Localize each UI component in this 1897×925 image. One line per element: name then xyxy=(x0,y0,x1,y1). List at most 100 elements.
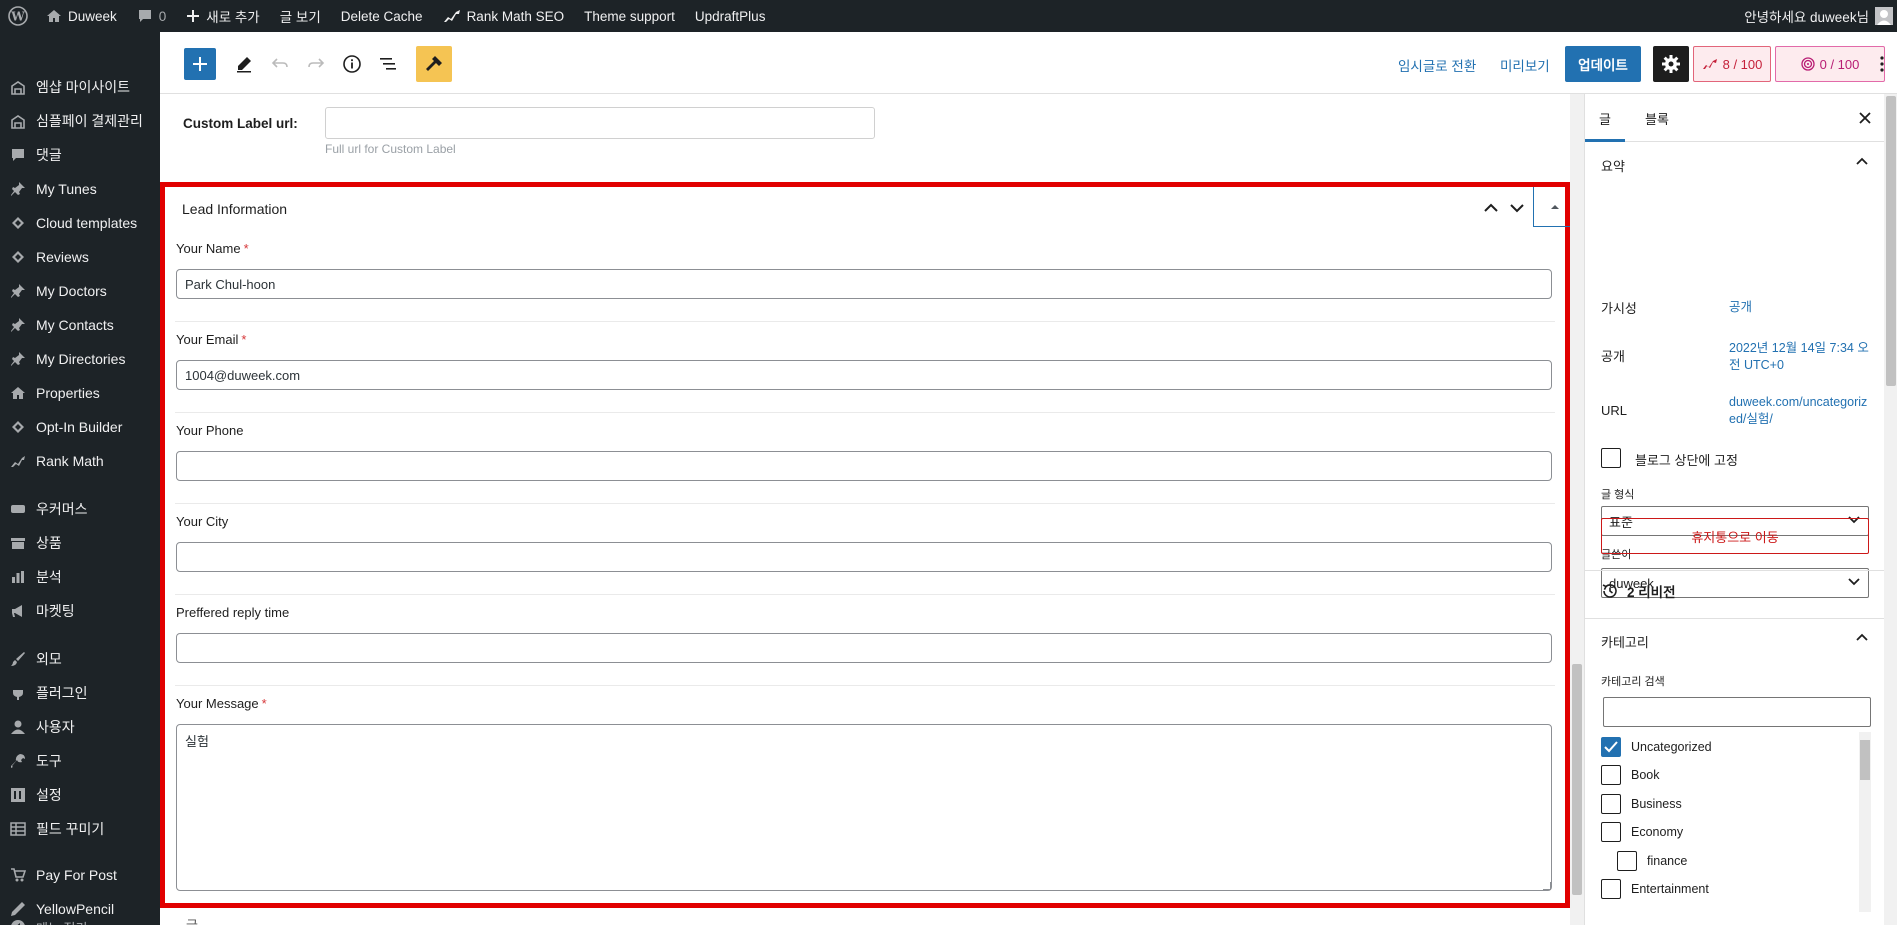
sidebar-item[interactable]: Cloud templates xyxy=(0,206,160,240)
user-icon xyxy=(0,719,36,735)
tab-block[interactable]: 블록 xyxy=(1631,94,1683,142)
sidebar-item[interactable]: 사용자 xyxy=(0,710,160,744)
sidebar-item-label: My Directories xyxy=(36,351,126,367)
preview-link[interactable]: 미리보기 xyxy=(1500,55,1550,75)
settings-scroll-thumb[interactable] xyxy=(1886,96,1896,386)
sidebar-item[interactable]: My Contacts xyxy=(0,308,160,342)
seo-score-button[interactable]: 8 / 100 xyxy=(1693,46,1771,82)
chevron-up-icon xyxy=(1484,203,1498,212)
category-item[interactable]: finance xyxy=(1617,851,1687,871)
sidebar-item[interactable]: 우커머스 xyxy=(0,492,160,526)
field-input[interactable]: 1004@duweek.com xyxy=(176,360,1552,390)
category-search-input[interactable] xyxy=(1603,697,1871,727)
my-account[interactable]: 안녕하세요 duweek님 xyxy=(1744,0,1897,32)
rank-math-link[interactable]: Rank Math SEO xyxy=(433,0,575,32)
publish-date-value[interactable]: 2022년 12월 14일 7:34 오전 UTC+0 xyxy=(1729,340,1869,374)
category-checkbox[interactable] xyxy=(1617,851,1637,871)
undo-icon xyxy=(271,58,288,68)
sidebar-item[interactable]: 엠샵 마이사이트 xyxy=(0,70,160,104)
resize-handle[interactable] xyxy=(1543,882,1551,890)
category-checkbox[interactable] xyxy=(1601,794,1621,814)
sidebar-item[interactable]: Reviews xyxy=(0,240,160,274)
comments-link[interactable]: 0 xyxy=(127,0,177,32)
sidebar-item[interactable]: Properties xyxy=(0,376,160,410)
tab-post[interactable]: 글 xyxy=(1585,94,1625,142)
sidebar-item[interactable]: 상품 xyxy=(0,526,160,560)
view-post-link[interactable]: 글 보기 xyxy=(270,0,331,32)
undo-button[interactable] xyxy=(264,48,296,80)
new-content-link[interactable]: 새로 추가 xyxy=(176,0,269,32)
category-checkbox[interactable] xyxy=(1601,765,1621,785)
field-input[interactable]: Park Chul-hoon xyxy=(176,269,1552,299)
delete-cache-link[interactable]: Delete Cache xyxy=(331,0,433,32)
update-button[interactable]: 업데이트 xyxy=(1565,46,1641,82)
sidebar-item[interactable]: 외모 xyxy=(0,642,160,676)
yellowpencil-button[interactable] xyxy=(416,46,452,82)
toggle-panel-button[interactable] xyxy=(1533,187,1575,227)
message-textarea[interactable]: 실험 xyxy=(176,724,1552,891)
sidebar-item[interactable]: My Tunes xyxy=(0,172,160,206)
sidebar-item[interactable]: My Directories xyxy=(0,342,160,376)
field-input[interactable] xyxy=(176,451,1552,481)
list-view-button[interactable] xyxy=(372,48,404,80)
add-block-button[interactable] xyxy=(184,48,216,80)
sidebar-item[interactable]: 필드 꾸미기 xyxy=(0,812,160,846)
updraftplus-link[interactable]: UpdraftPlus xyxy=(685,0,776,32)
category-checkbox[interactable] xyxy=(1601,879,1621,899)
sidebar-item[interactable]: Opt-In Builder xyxy=(0,410,160,444)
revisions-link[interactable]: 2 리비전 xyxy=(1601,581,1676,601)
switch-to-draft-link[interactable]: 임시글로 전환 xyxy=(1398,55,1476,75)
categories-panel-toggle[interactable]: 카테고리 xyxy=(1585,618,1884,664)
category-item[interactable]: Business xyxy=(1601,794,1682,814)
url-value[interactable]: duweek.com/uncategorized/실험/ xyxy=(1729,394,1869,428)
wordpress-logo-icon[interactable]: W xyxy=(0,0,36,32)
category-item[interactable]: Economy xyxy=(1601,822,1683,842)
category-item[interactable]: Entertainment xyxy=(1601,879,1709,899)
content-ai-score-button[interactable]: 0 / 100 xyxy=(1775,46,1885,82)
move-up-button[interactable] xyxy=(1480,197,1502,219)
sidebar-item[interactable]: 플러그인 xyxy=(0,676,160,710)
collapse-menu-button[interactable]: 메뉴 접기 xyxy=(0,910,160,925)
diamond-icon xyxy=(0,419,36,435)
category-checkbox[interactable] xyxy=(1601,822,1621,842)
site-name-link[interactable]: Duweek xyxy=(36,0,127,32)
category-item[interactable]: Uncategorized xyxy=(1601,737,1712,757)
field-input[interactable] xyxy=(176,542,1552,572)
sidebar-item[interactable]: Rank Math xyxy=(0,444,160,478)
visibility-value[interactable]: 공개 xyxy=(1729,299,1869,316)
sidebar-item[interactable]: 마켓팅 xyxy=(0,594,160,628)
move-down-button[interactable] xyxy=(1506,197,1528,219)
details-button[interactable] xyxy=(336,48,368,80)
sidebar-item[interactable]: 설정 xyxy=(0,778,160,812)
sticky-checkbox[interactable] xyxy=(1601,448,1621,468)
tools-button[interactable] xyxy=(228,48,260,80)
settings-button[interactable] xyxy=(1653,46,1689,82)
sidebar-item[interactable]: 도구 xyxy=(0,744,160,778)
custom-label-url-label: Custom Label url: xyxy=(183,116,298,131)
field-label: Your Name * xyxy=(176,241,249,256)
category-list-scrollbar[interactable] xyxy=(1859,732,1871,912)
summary-panel-toggle[interactable]: 요약 xyxy=(1585,142,1884,188)
comment-icon xyxy=(0,147,36,163)
category-checkbox[interactable] xyxy=(1601,737,1621,757)
editor-scrollbar[interactable] xyxy=(1570,94,1584,925)
redo-button[interactable] xyxy=(300,48,332,80)
sidebar-item[interactable]: 댓글 xyxy=(0,138,160,172)
sidebar-item[interactable]: My Doctors xyxy=(0,274,160,308)
settings-scrollbar[interactable] xyxy=(1884,94,1897,925)
archive-icon xyxy=(0,535,36,551)
more-options-button[interactable] xyxy=(1870,48,1894,80)
editor-scroll-thumb[interactable] xyxy=(1572,664,1582,895)
sidebar-item[interactable]: 심플페이 결제관리 xyxy=(0,104,160,138)
move-to-trash-button[interactable]: 휴지통으로 이동 xyxy=(1601,518,1869,554)
sticky-label: 블로그 상단에 고정 xyxy=(1635,453,1738,468)
close-settings-button[interactable] xyxy=(1853,106,1877,130)
theme-support-link[interactable]: Theme support xyxy=(574,0,685,32)
field-input[interactable] xyxy=(176,633,1552,663)
category-item[interactable]: Book xyxy=(1601,765,1660,785)
chart-icon xyxy=(0,453,36,469)
sidebar-item[interactable]: Pay For Post xyxy=(0,858,160,892)
custom-label-url-input[interactable] xyxy=(325,107,875,139)
category-scroll-thumb[interactable] xyxy=(1860,740,1870,780)
sidebar-item[interactable]: 분석 xyxy=(0,560,160,594)
